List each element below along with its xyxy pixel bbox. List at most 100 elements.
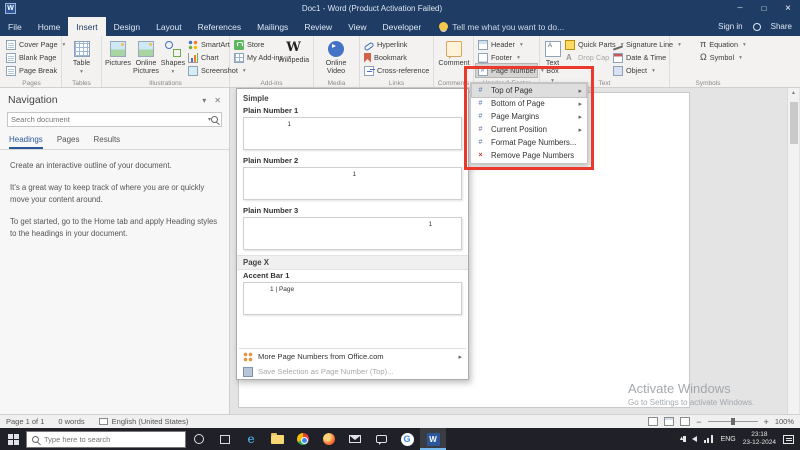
taskbar-app-mail[interactable] xyxy=(342,428,368,450)
share-button[interactable]: Share xyxy=(771,22,792,31)
pictures-button[interactable]: Pictures xyxy=(104,38,132,67)
ribbon-group-symbols: πEquation ΩSymbol Symbols xyxy=(670,36,746,88)
search-document-input[interactable] xyxy=(11,115,208,124)
network-icon[interactable] xyxy=(703,435,714,443)
maximize-button[interactable] xyxy=(752,0,776,17)
gallery-item-plain-number-2[interactable]: Plain Number 2 1 xyxy=(237,155,468,205)
page-info[interactable]: Page 1 of 1 xyxy=(6,417,44,426)
zoom-slider[interactable] xyxy=(707,418,758,425)
scroll-up-icon[interactable]: ▲ xyxy=(791,88,796,96)
cortana-button[interactable] xyxy=(186,428,212,450)
cover-page-button[interactable]: Cover Page xyxy=(4,38,59,51)
volume-icon[interactable] xyxy=(682,436,697,442)
my-addins-button[interactable]: My Add-ins xyxy=(232,51,283,64)
hyperlink-button[interactable]: Hyperlink xyxy=(362,38,431,51)
save-selection-item[interactable]: Save Selection as Page Number (Top)... xyxy=(237,364,468,379)
menu-item-remove-page-numbers[interactable]: × Remove Page Numbers xyxy=(472,149,586,162)
chart-icon xyxy=(187,52,198,63)
bookmark-button[interactable]: Bookmark xyxy=(362,51,431,64)
smartart-button[interactable]: SmartArt xyxy=(186,38,230,51)
signature-line-button[interactable]: Signature Line xyxy=(611,38,673,51)
page-break-button[interactable]: Page Break xyxy=(4,64,59,77)
read-mode-icon[interactable] xyxy=(648,417,659,426)
menu-item-format-page-numbers[interactable]: # Format Page Numbers... xyxy=(472,136,586,149)
action-center-icon[interactable] xyxy=(783,434,794,444)
nav-tab-results[interactable]: Results xyxy=(94,133,121,149)
person-icon xyxy=(752,22,761,31)
nav-tab-headings[interactable]: Headings xyxy=(9,133,43,149)
search-icon[interactable] xyxy=(211,116,218,123)
taskbar-app-word[interactable]: W xyxy=(420,428,446,450)
taskbar-app-chrome[interactable] xyxy=(290,428,316,450)
tab-developer[interactable]: Developer xyxy=(374,17,429,36)
tell-me-box[interactable]: Tell me what you want to do... xyxy=(439,17,564,36)
sign-in-link[interactable]: Sign in xyxy=(718,22,742,31)
drop-cap-button[interactable]: Drop Cap xyxy=(563,51,611,64)
taskbar-app-chat[interactable] xyxy=(368,428,394,450)
language-status[interactable]: English (United States) xyxy=(98,417,188,426)
online-pictures-button[interactable]: Online Pictures xyxy=(132,38,160,76)
gallery-item-plain-number-1[interactable]: Plain Number 1 1 xyxy=(237,105,468,155)
zoom-slider-thumb[interactable] xyxy=(730,418,735,425)
blank-page-button[interactable]: Blank Page xyxy=(4,51,59,64)
taskbar-search-box[interactable] xyxy=(26,430,186,448)
taskbar-app-edge[interactable]: e xyxy=(238,428,264,450)
web-layout-icon[interactable] xyxy=(680,417,691,426)
screenshot-button[interactable]: Screenshot xyxy=(186,64,238,77)
menu-item-current-position[interactable]: # Current Position ▸ xyxy=(472,123,586,136)
wikipedia-button[interactable]: W Wikipedia xyxy=(276,38,311,64)
object-button[interactable]: Object xyxy=(611,64,667,77)
task-view-button[interactable] xyxy=(212,428,238,450)
footer-button[interactable]: Footer xyxy=(476,51,537,64)
menu-item-page-margins[interactable]: # Page Margins ▸ xyxy=(472,110,586,123)
navigation-options-icon[interactable]: ▾ xyxy=(202,96,206,105)
gallery-item-accent-bar-1[interactable]: Accent Bar 1 1 | Page xyxy=(237,270,468,320)
zoom-level[interactable]: 100% xyxy=(775,417,794,426)
taskbar-app-file-explorer[interactable] xyxy=(264,428,290,450)
zoom-in-button[interactable]: + xyxy=(764,417,769,427)
equation-button[interactable]: π Equation xyxy=(698,38,744,51)
navigation-close-icon[interactable]: ✕ xyxy=(214,96,221,105)
print-layout-icon[interactable] xyxy=(664,417,675,426)
word-count[interactable]: 0 words xyxy=(58,417,84,426)
vertical-scrollbar[interactable]: ▲ xyxy=(787,88,799,414)
online-video-button[interactable]: Online Video xyxy=(316,38,356,76)
chart-button[interactable]: Chart xyxy=(186,51,228,64)
tab-mailings[interactable]: Mailings xyxy=(249,17,296,36)
more-page-numbers-item[interactable]: More Page Numbers from Office.com ▸ xyxy=(237,349,468,364)
shapes-button[interactable]: Shapes xyxy=(160,38,186,76)
symbol-button[interactable]: Ω Symbol xyxy=(698,51,744,64)
quick-parts-button[interactable]: Quick Parts xyxy=(563,38,616,51)
taskbar-app-firefox[interactable] xyxy=(316,428,342,450)
cross-reference-button[interactable]: Cross-reference xyxy=(362,64,431,77)
date-time-button[interactable]: Date & Time xyxy=(611,51,667,64)
close-button[interactable] xyxy=(776,0,800,17)
text-box-button[interactable]: Text Box xyxy=(542,38,563,84)
tab-insert[interactable]: Insert xyxy=(68,17,106,36)
tab-file[interactable]: File xyxy=(0,17,30,36)
gallery-item-plain-number-3[interactable]: Plain Number 3 1 xyxy=(237,205,468,255)
tab-references[interactable]: References xyxy=(190,17,249,36)
navigation-search-box[interactable]: ▾ xyxy=(7,112,222,127)
tab-view[interactable]: View xyxy=(340,17,374,36)
header-button[interactable]: Header xyxy=(476,38,537,51)
store-button[interactable]: Store xyxy=(232,38,276,51)
start-button[interactable] xyxy=(0,428,26,450)
comment-button[interactable]: Comment xyxy=(436,38,472,67)
tab-layout[interactable]: Layout xyxy=(148,17,190,36)
menu-item-bottom-of-page[interactable]: # Bottom of Page ▸ xyxy=(472,97,586,110)
scrollbar-thumb[interactable] xyxy=(789,102,798,144)
tab-design[interactable]: Design xyxy=(106,17,148,36)
nav-tab-pages[interactable]: Pages xyxy=(57,133,80,149)
tab-review[interactable]: Review xyxy=(296,17,340,36)
minimize-button[interactable] xyxy=(728,0,752,17)
table-button[interactable]: Table xyxy=(64,38,99,76)
page-number-button[interactable]: Page Number xyxy=(475,63,538,78)
tab-home[interactable]: Home xyxy=(30,17,69,36)
taskbar-search-input[interactable] xyxy=(44,434,180,444)
zoom-out-button[interactable]: − xyxy=(696,417,701,427)
taskbar-clock[interactable]: 23:18 23-12-2024 xyxy=(743,431,776,447)
taskbar-app-google[interactable]: G xyxy=(394,428,420,450)
menu-item-top-of-page[interactable]: # Top of Page ▸ xyxy=(471,83,587,98)
input-language[interactable]: ENG xyxy=(721,436,736,443)
